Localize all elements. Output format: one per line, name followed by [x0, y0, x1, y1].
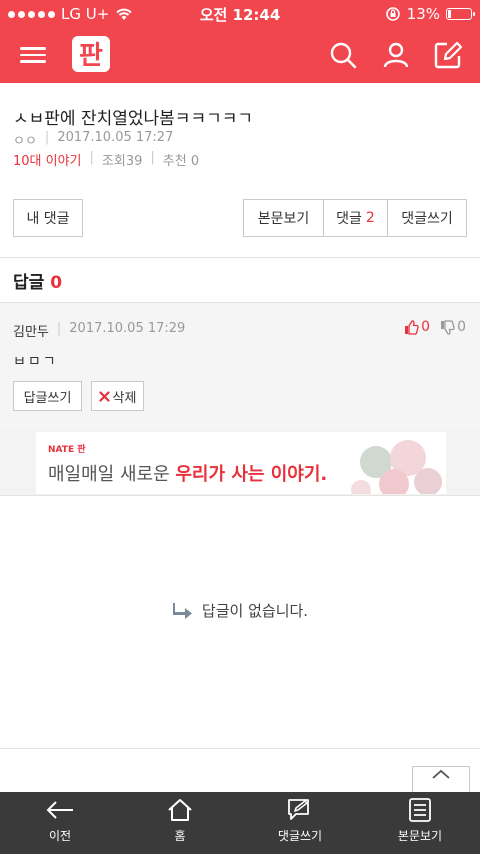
bottom-nav: 이전 홈 댓글쓰기 본문보기: [0, 792, 480, 854]
nav-home[interactable]: 홈: [120, 792, 240, 854]
delete-button[interactable]: 삭제: [91, 381, 144, 411]
ad-banner[interactable]: NATE 판 매일매일 새로운 우리가 사는 이야기.: [36, 432, 446, 494]
nav-view-body[interactable]: 본문보기: [360, 792, 480, 854]
post-category[interactable]: 10대 이야기: [13, 150, 82, 169]
app-bar: 판: [0, 28, 480, 83]
replies-header: 답글 0: [13, 273, 63, 293]
upvote-button[interactable]: 0: [404, 319, 430, 335]
comment-body: ㅂㅁㄱ: [13, 354, 58, 370]
comment-item: 김만두 | 2017.10.05 17:29 0 0 ㅂㅁㄱ 답글쓰기 삭제: [0, 302, 480, 430]
battery-percent: 13%: [406, 5, 440, 23]
edit-icon[interactable]: [433, 40, 463, 70]
thumbs-up-icon: [405, 319, 419, 335]
write-comment-button[interactable]: 댓글쓰기: [387, 199, 467, 237]
post-title: ㅅㅂ판에 잔치열었나봄ㅋㅋㄱㅋㄱ: [13, 109, 254, 129]
replies-count: 0: [50, 273, 63, 293]
delete-x-icon: [98, 390, 110, 402]
ad-banner-area: NATE 판 매일매일 새로운 우리가 사는 이야기.: [0, 430, 480, 496]
divider: [0, 257, 480, 258]
menu-icon[interactable]: [20, 43, 46, 67]
downvote-button[interactable]: 0: [440, 319, 466, 335]
search-icon[interactable]: [328, 40, 358, 70]
comment-edit-icon: [288, 799, 309, 820]
balloons-image: [351, 440, 442, 494]
reply-arrow-icon: [172, 602, 192, 619]
post-recommend: 추천 0: [162, 154, 200, 169]
post-meta: ㅇㅇ | 2017.10.05 17:27: [13, 130, 174, 149]
user-icon[interactable]: [381, 40, 411, 70]
comment-author: 김만두: [13, 325, 49, 340]
divider: [0, 748, 480, 749]
view-body-button[interactable]: 본문보기: [243, 199, 324, 237]
comments-count: 2: [365, 210, 375, 226]
arrow-left-icon: [46, 801, 73, 819]
comment-date: 2017.10.05 17:29: [69, 321, 186, 336]
document-icon: [409, 798, 431, 822]
post-author: ㅇㅇ: [13, 134, 37, 149]
orientation-lock-icon: [385, 7, 400, 21]
svg-text:판: 판: [79, 41, 103, 71]
chevron-up-icon: [432, 769, 450, 779]
post-date: 2017.10.05 17:27: [57, 130, 174, 145]
comments-button[interactable]: 댓글 2: [323, 199, 388, 237]
thumbs-down-icon: [441, 319, 455, 335]
ad-text: 매일매일 새로운 우리가 사는 이야기.: [48, 464, 328, 485]
home-icon: [168, 799, 192, 821]
ad-brand: NATE 판: [48, 445, 86, 455]
battery-icon: [446, 8, 475, 20]
pann-logo[interactable]: 판: [70, 34, 112, 74]
nav-write-comment[interactable]: 댓글쓰기: [240, 792, 360, 854]
empty-replies: 답글이 없습니다.: [0, 600, 480, 621]
reply-button[interactable]: 답글쓰기: [13, 381, 82, 411]
my-comments-button[interactable]: 내 댓글: [13, 199, 83, 237]
post-views: 조회39: [101, 154, 143, 169]
scroll-top-button[interactable]: [412, 766, 470, 792]
status-bar: LG U+ 오전 12:44 13%: [0, 0, 480, 28]
nav-back[interactable]: 이전: [0, 792, 120, 854]
post-stats: 10대 이야기 | 조회39 | 추천 0: [13, 150, 200, 169]
